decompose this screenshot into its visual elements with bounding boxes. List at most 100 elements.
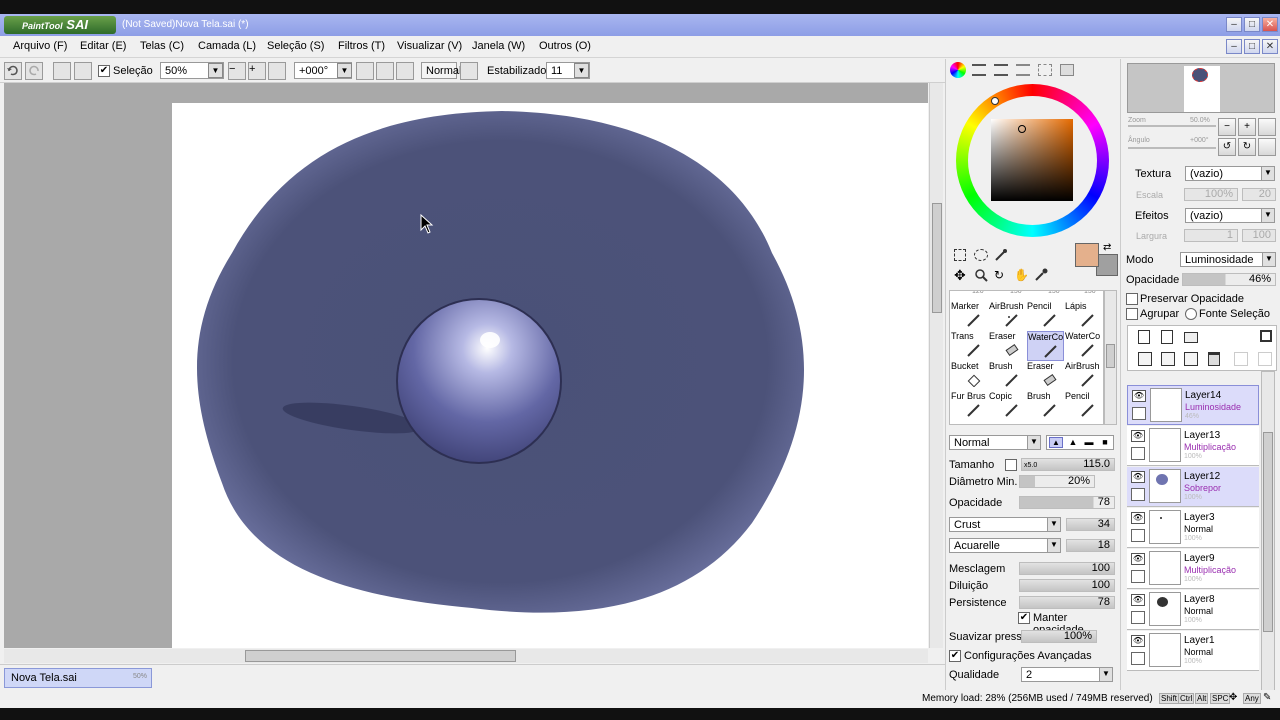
size-pressure-checkbox[interactable] bbox=[1005, 459, 1017, 471]
nav-zoom-reset-button[interactable] bbox=[1258, 118, 1276, 136]
menu-selecao[interactable]: Seleção (S) bbox=[267, 40, 324, 52]
advanced-settings-checkbox[interactable]: ✔ bbox=[949, 650, 961, 662]
keep-opacity-checkbox[interactable]: ✔ bbox=[1018, 612, 1030, 624]
close-button[interactable]: ✕ bbox=[1262, 17, 1278, 32]
lock-icon[interactable] bbox=[1131, 447, 1145, 460]
group-checkbox[interactable] bbox=[1126, 308, 1138, 320]
eye-icon[interactable]: 👁 bbox=[1131, 553, 1145, 565]
brush-grid-scroll-thumb[interactable] bbox=[1106, 344, 1115, 368]
brush-trans[interactable]: Trans bbox=[951, 331, 988, 361]
stabilizer-dropdown-arrow[interactable]: ▼ bbox=[574, 63, 589, 78]
brush-marker[interactable]: Marker bbox=[951, 301, 988, 331]
brush-blend-mode[interactable]: Normal ▼ bbox=[949, 435, 1041, 450]
brush-copic[interactable]: Copic bbox=[989, 391, 1026, 421]
minimize-button[interactable]: – bbox=[1226, 17, 1242, 32]
brush-lock-icon[interactable] bbox=[1132, 407, 1146, 420]
doc-maximize-button[interactable]: □ bbox=[1244, 39, 1260, 54]
eye-icon[interactable]: 👁 bbox=[1131, 594, 1145, 606]
brush-shape-slider[interactable]: 34 bbox=[1066, 518, 1115, 531]
layer-list-scrollbar[interactable] bbox=[1261, 371, 1275, 691]
doc-minimize-button[interactable]: – bbox=[1226, 39, 1242, 54]
new-folder-icon[interactable] bbox=[1184, 332, 1198, 343]
eye-icon[interactable]: 👁 bbox=[1131, 430, 1145, 442]
new-layer-icon[interactable] bbox=[1138, 330, 1150, 344]
selection-source-radio[interactable] bbox=[1185, 308, 1197, 320]
menu-telas[interactable]: Telas (C) bbox=[140, 40, 184, 52]
rotation-dropdown-arrow[interactable]: ▼ bbox=[337, 63, 352, 78]
layer-item[interactable]: 👁 Layer12 Sobrepor 100% bbox=[1127, 467, 1259, 507]
brush-eraser[interactable]: Eraser bbox=[989, 331, 1026, 361]
menu-camada[interactable]: Camada (L) bbox=[198, 40, 256, 52]
layer-scroll-thumb[interactable] bbox=[1263, 432, 1273, 632]
eye-icon[interactable]: 👁 bbox=[1132, 390, 1146, 402]
color-wheel-mode-icon[interactable] bbox=[950, 62, 966, 78]
quality-dropdown[interactable]: 2 ▼ bbox=[1021, 667, 1113, 682]
texture-strength-slider[interactable]: 20 bbox=[1242, 188, 1276, 201]
flip-button[interactable] bbox=[460, 62, 478, 80]
layer-item[interactable]: 👁 Layer14 Luminosidade 46% bbox=[1127, 385, 1259, 425]
maximize-button[interactable]: □ bbox=[1244, 17, 1260, 32]
lock-icon[interactable] bbox=[1131, 488, 1145, 501]
eye-icon[interactable]: 👁 bbox=[1131, 635, 1145, 647]
brush-tip-shapes[interactable]: ▲ ▲ ▬ ■ bbox=[1046, 435, 1114, 450]
menu-janela[interactable]: Janela (W) bbox=[472, 40, 525, 52]
brush-pencil-2[interactable]: Pencil bbox=[1065, 391, 1102, 421]
layer-opacity-slider[interactable]: 46% bbox=[1182, 273, 1276, 286]
primary-color-swatch[interactable] bbox=[1075, 243, 1099, 267]
nav-zoom-slider[interactable] bbox=[1128, 125, 1216, 127]
layer-item[interactable]: 👁 Layer1 Normal 100% bbox=[1127, 631, 1259, 671]
color-picker-marker[interactable] bbox=[1018, 125, 1026, 133]
eyedropper-icon[interactable] bbox=[1034, 268, 1048, 282]
doc-close-button[interactable]: ✕ bbox=[1262, 39, 1278, 54]
brush-brush-2[interactable]: Brush bbox=[1027, 391, 1064, 421]
invert-selection-button[interactable] bbox=[74, 62, 92, 80]
vertical-scroll-thumb[interactable] bbox=[932, 203, 942, 313]
lock-icon[interactable] bbox=[1131, 652, 1145, 665]
tip-sharp-icon[interactable]: ▲ bbox=[1049, 437, 1063, 448]
document-tab[interactable]: Nova Tela.sai 50% bbox=[4, 668, 152, 688]
rotate-reset-button[interactable] bbox=[396, 62, 414, 80]
merge-down-icon[interactable] bbox=[1161, 352, 1175, 366]
move-icon[interactable]: ✥ bbox=[954, 268, 968, 282]
menu-editar[interactable]: Editar (E) bbox=[80, 40, 126, 52]
layer-item[interactable]: 👁 Layer9 Multiplicação 100% bbox=[1127, 549, 1259, 589]
horizontal-scroll-thumb[interactable] bbox=[245, 650, 516, 662]
scratchpad-icon[interactable] bbox=[1060, 64, 1074, 76]
brush-brush[interactable]: Brush bbox=[989, 361, 1026, 391]
nav-zoom-in-button[interactable]: + bbox=[1238, 118, 1256, 136]
effects-width-slider[interactable]: 1 bbox=[1184, 229, 1238, 242]
lock-icon[interactable] bbox=[1131, 529, 1145, 542]
eye-icon[interactable]: 👁 bbox=[1131, 512, 1145, 524]
swatches-icon[interactable] bbox=[1038, 64, 1052, 76]
layer-mode-dropdown[interactable]: Luminosidade ▼ bbox=[1180, 252, 1276, 267]
brush-watercolor-selected[interactable]: WaterCo bbox=[1027, 331, 1064, 361]
brush-pencil[interactable]: Pencil bbox=[1027, 301, 1064, 331]
delete-layer-icon[interactable] bbox=[1208, 352, 1220, 366]
canvas-vertical-scrollbar[interactable] bbox=[929, 83, 943, 648]
brush-size-slider[interactable]: x5.0 115.0 bbox=[1021, 458, 1115, 471]
persistence-slider[interactable]: 78 bbox=[1019, 596, 1115, 609]
smooth-pressure-slider[interactable]: 100% bbox=[1021, 630, 1097, 643]
saturation-value-square[interactable] bbox=[991, 119, 1073, 201]
brush-bucket[interactable]: Bucket bbox=[951, 361, 988, 391]
menu-arquivo[interactable]: Arquivo (F) bbox=[13, 40, 67, 52]
dilution-slider[interactable]: 100 bbox=[1019, 579, 1115, 592]
zoom-out-button[interactable]: − bbox=[228, 62, 246, 80]
navigator-preview[interactable] bbox=[1127, 63, 1275, 113]
rgb-slider-icon[interactable] bbox=[972, 64, 986, 76]
new-linework-layer-icon[interactable] bbox=[1161, 330, 1173, 344]
preserve-opacity-checkbox[interactable] bbox=[1126, 293, 1138, 305]
undo-button[interactable] bbox=[4, 62, 22, 80]
layer-item[interactable]: 👁 Layer8 Normal 100% bbox=[1127, 590, 1259, 630]
layer-item[interactable]: 👁 Layer3 Normal 100% bbox=[1127, 508, 1259, 548]
blending-slider[interactable]: 100 bbox=[1019, 562, 1115, 575]
brush-airbrush[interactable]: AirBrush bbox=[989, 301, 1026, 331]
magic-wand-icon[interactable] bbox=[994, 248, 1008, 262]
secondary-color-swatch[interactable] bbox=[1096, 254, 1118, 276]
zoom-tool-icon[interactable] bbox=[974, 268, 988, 282]
layer-mask-icon[interactable] bbox=[1260, 330, 1272, 342]
nav-zoom-out-button[interactable]: − bbox=[1218, 118, 1236, 136]
brush-lapis[interactable]: Lápis bbox=[1065, 301, 1102, 331]
tip-flat-icon[interactable]: ▬ bbox=[1083, 437, 1095, 448]
zoom-in-button[interactable]: + bbox=[248, 62, 266, 80]
